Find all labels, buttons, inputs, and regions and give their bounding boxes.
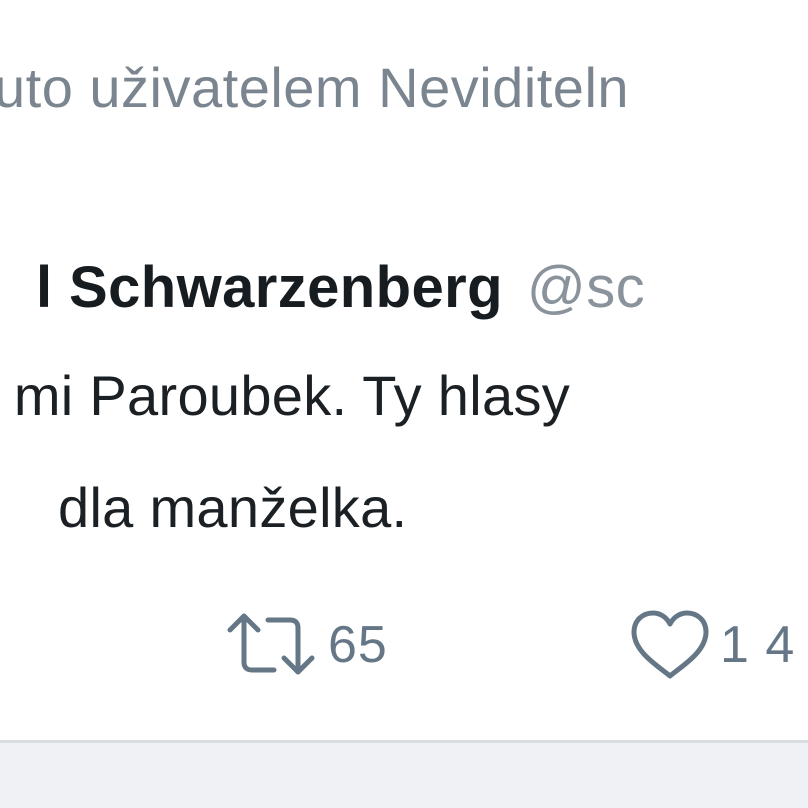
author-display-name[interactable]: l Schwarzenberg — [36, 255, 503, 320]
heart-icon — [628, 608, 712, 682]
timeline-gap — [0, 743, 808, 808]
tweet-text-line-2: dla manželka. — [58, 476, 408, 539]
retweet-button[interactable]: 65 — [222, 600, 388, 690]
author-handle[interactable]: @sc — [527, 255, 645, 320]
tweet-text: mi Paroubek. Ty hlasy dla manželka. — [0, 340, 570, 564]
tweet-actions-bar: 65 1 4 — [0, 600, 808, 690]
retweet-count: 65 — [328, 616, 388, 674]
retweet-icon — [222, 610, 320, 680]
like-button[interactable]: 1 4 — [628, 600, 795, 690]
tweet-author-row[interactable]: l Schwarzenberg @sc — [36, 246, 645, 345]
tweet-text-line-1: mi Paroubek. Ty hlasy — [0, 364, 571, 427]
social-context-line: uto uživatelem Neviditeln — [0, 56, 630, 119]
like-count: 1 4 — [720, 616, 796, 674]
tweet-card[interactable]: uto uživatelem Neviditeln l Schwarzenber… — [0, 0, 808, 740]
